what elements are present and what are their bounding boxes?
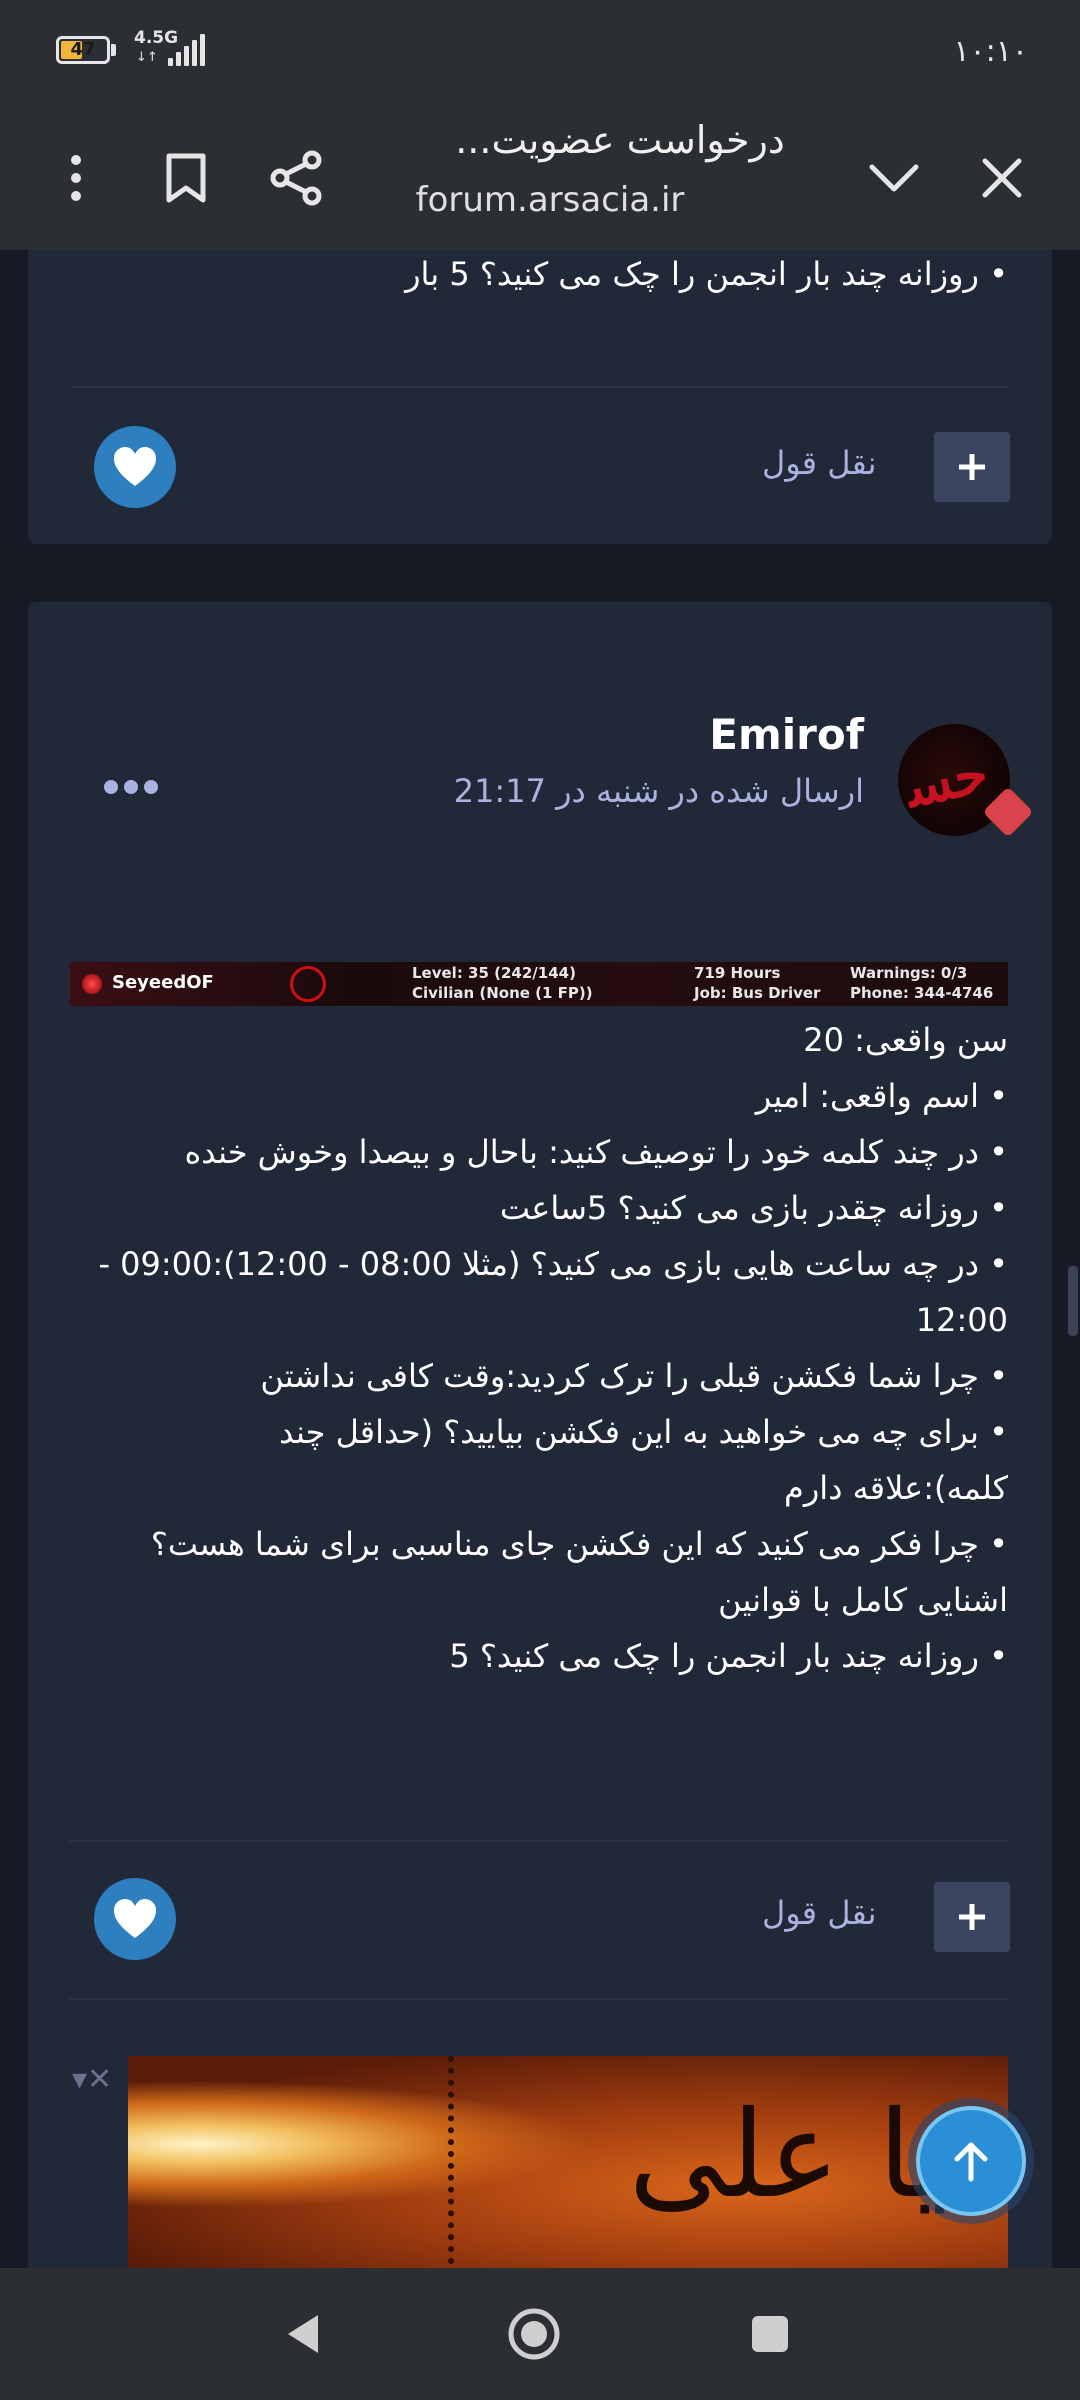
network-activity-icon: ↓↑ [136,50,158,65]
post-line: • برای چه می خواهید به این فکشن بیایید؟ … [279,1413,1008,1451]
post-line: • روزانه چقدر بازی می کنید؟ 5ساعت [499,1189,1008,1227]
signature-image: یا علی [128,2056,1008,2268]
close-icon[interactable] [962,138,1042,218]
divider [70,1998,1008,2000]
divider [70,1840,1008,1842]
post-line: • چرا شما فکشن قبلی را ترک کردید:وقت کاف… [260,1357,1008,1395]
signature-image-text: یا علی [628,2086,948,2225]
chevron-down-icon[interactable] [854,138,934,218]
post-line: 12:00 [915,1301,1008,1339]
divider [72,386,1008,388]
page-url[interactable]: forum.arsacia.ir [390,180,710,220]
post-line: • روزانه چند بار انجمن را چک می کنید؟ 5 [449,1637,1008,1675]
page-title: درخواست عضویت... [455,118,785,162]
heart-icon [114,447,156,486]
quote-button[interactable]: نقل قول [762,444,877,482]
quote-button[interactable]: نقل قول [762,1894,877,1932]
browser-toolbar: درخواست عضویت... forum.arsacia.ir [0,108,1080,250]
post-line: • در چه ساعت هایی بازی می کنید؟ (مثلا 08… [98,1245,1008,1283]
post-author[interactable]: Emirof [709,710,864,759]
post-line: • در چند کلمه خود را توصیف کنید: باحال و… [184,1133,1009,1171]
previous-post-last-line: • روزانه چند بار انجمن را چک می کنید؟ 5 … [405,255,1008,293]
recents-icon[interactable] [740,2304,800,2364]
sig-job: Job: Bus Driver [694,984,821,1002]
forum-content: • روزانه چند بار انجمن را چک می کنید؟ 5 … [0,250,1080,2268]
signal-icon [168,34,205,66]
sig-level: Level: 35 (242/144) [412,964,576,982]
collapse-signature-icon[interactable]: ▾✕ [72,2062,112,2097]
post-body: سن واقعی: 20 • اسم واقعی: امیر • در چند … [70,1012,1008,1684]
status-bar: 47 4.5G ↓↑ ۱۰:۱۰ [0,0,1080,108]
scroll-to-top-button[interactable] [916,2106,1026,2216]
sig-phone: Phone: 344-4746 [850,984,994,1002]
arrow-up-icon [954,2142,988,2182]
post-meta[interactable]: ارسال شده در شنبه در 21:17 [454,772,864,810]
post-line: سن واقعی: 20 [803,1021,1008,1059]
sig-logo [290,966,326,1002]
back-icon[interactable] [272,2304,332,2364]
previous-post-card: • روزانه چند بار انجمن را چک می کنید؟ 5 … [28,250,1052,544]
battery-level: 47 [70,39,96,60]
signature-banner: SeyeedOF Level: 35 (242/144) Civilian (N… [70,962,1008,1006]
post-line: اشنایی کامل با قوانین [718,1581,1008,1619]
system-nav-bar [0,2268,1080,2400]
avatar-image: ﺣﺴ [900,740,994,820]
post-line: کلمه):علاقه دارم [784,1469,1008,1507]
sig-player-name: SeyeedOF [112,972,214,993]
post-line: • چرا فکر می کنید که این فکشن جای مناسبی… [150,1525,1008,1563]
sig-hours: 719 Hours [694,964,781,982]
more-vert-icon[interactable] [36,138,116,218]
battery-nub [111,44,116,56]
heart-icon [114,1899,156,1938]
post-options-icon[interactable] [104,780,158,794]
post-line: • اسم واقعی: امیر [755,1077,1008,1115]
like-button[interactable] [94,426,176,508]
like-button[interactable] [94,1878,176,1960]
chain-graphic [448,2056,474,2268]
bookmark-icon[interactable] [146,138,226,218]
sig-warnings: Warnings: 0/3 [850,964,968,982]
multi-quote-button[interactable] [934,432,1010,502]
status-dot [82,974,102,994]
share-icon[interactable] [256,138,336,218]
sig-civilian: Civilian (None (1 FP)) [412,984,593,1002]
battery-icon: 47 [56,36,110,64]
home-icon[interactable] [504,2304,564,2364]
clock: ۱۰:۱۰ [953,34,1028,69]
multi-quote-button[interactable] [934,1882,1010,1952]
scrollbar[interactable] [1068,1266,1078,1336]
